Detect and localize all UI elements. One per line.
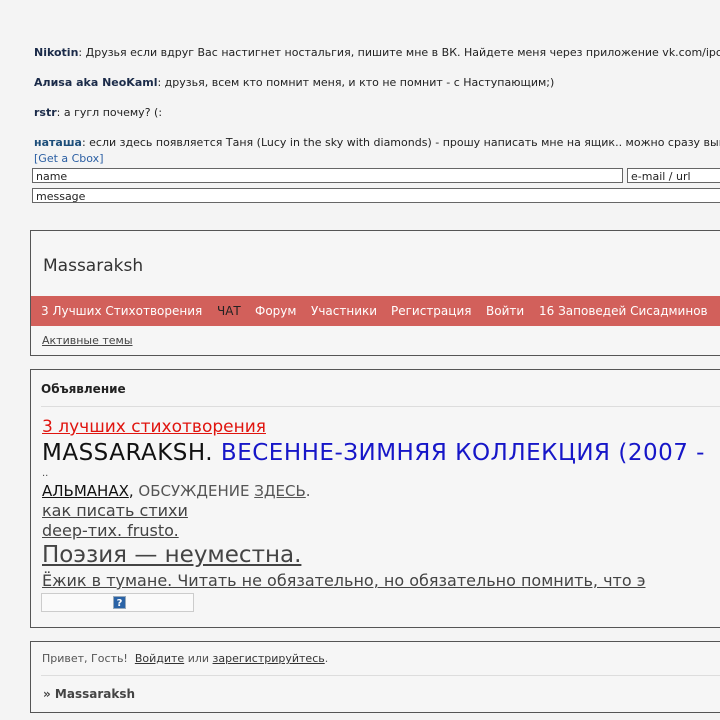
chat-message: наташа: если здесь появляется Таня (Lucy… (34, 136, 720, 149)
chat-author[interactable]: наташа (34, 136, 82, 149)
comma-text: , (128, 482, 139, 500)
collection-title: MASSARAKSH. ВЕСЕННЕ-ЗИМНЯЯ КОЛЛЕКЦИЯ (20… (42, 440, 705, 466)
chat-text: : Друзья если вдруг Вас настигнет ностал… (78, 46, 720, 59)
here-link[interactable]: ЗДЕСЬ (254, 482, 306, 500)
period-text: . (324, 652, 329, 665)
chat-text: : друзья, всем кто помнит меня, и кто не… (157, 76, 555, 89)
counter-widget[interactable]: ? (41, 593, 194, 612)
almanac-link[interactable]: АЛЬМАНАХ (42, 482, 129, 500)
breadcrumb[interactable]: » Massaraksh (43, 687, 135, 701)
name-input[interactable]: name (32, 168, 623, 183)
divider (41, 406, 720, 407)
greeting: Привет, Гость! (42, 652, 135, 665)
announcement-panel: Объявление 3 лучших стихотворения MASSAR… (30, 369, 720, 628)
question-icon[interactable]: ? (113, 596, 126, 609)
hedgehog-link[interactable]: Ёжик в тумане. Читать не обязательно, но… (42, 571, 646, 590)
divider (41, 675, 720, 676)
cbox-chat: Nikotin: Друзья если вдруг Вас настигнет… (0, 0, 720, 215)
nav-login[interactable]: Войти (486, 304, 524, 318)
site-title[interactable]: Massaraksh (43, 256, 143, 276)
collection-title-prefix: MASSARAKSH. (42, 440, 221, 466)
chat-author[interactable]: rstr (34, 106, 57, 119)
welcome-text: Привет, Гость! Войдите или зарегистрируй… (42, 652, 328, 665)
nav-register[interactable]: Регистрация (391, 304, 471, 318)
deep-tih-link[interactable]: deep-тих. frusto. (42, 521, 179, 540)
nav-best-poems[interactable]: 3 Лучших Стихотворения (41, 304, 202, 318)
welcome-panel: Привет, Гость! Войдите или зарегистрируй… (30, 641, 720, 713)
poetry-link[interactable]: Поэзия — неуместна. (42, 542, 301, 568)
nav-members[interactable]: Участники (311, 304, 377, 318)
how-to-write-link[interactable]: как писать стихи (42, 501, 188, 520)
chat-author[interactable]: Nikotin (34, 46, 78, 59)
chat-text: : если здесь появляется Таня (Lucy in th… (81, 136, 720, 149)
period-text: . (305, 482, 311, 500)
active-topics-link[interactable]: Активные темы (42, 334, 133, 347)
login-link[interactable]: Войдите (135, 652, 184, 665)
almanac-line: АЛЬМАНАХ, ОБСУЖДЕНИЕ ЗДЕСЬ. (42, 482, 311, 500)
chat-message: rstr: а гугл почему? (: (34, 106, 162, 119)
ellipsis-text: .. (42, 468, 49, 479)
chat-text: : а гугл почему? (: (56, 106, 163, 119)
forum-header: Massaraksh 3 Лучших Стихотворения ЧАТ Фо… (30, 230, 720, 356)
chat-author[interactable]: Алиsа aka NeoKaml (34, 76, 157, 89)
email-input[interactable]: e-mail / url (627, 168, 720, 183)
get-cbox-link[interactable]: [Get a Cbox] (34, 152, 104, 165)
discussion-text: ОБСУЖДЕНИЕ (138, 482, 255, 500)
message-input[interactable]: message (32, 188, 720, 203)
main-nav: 3 Лучших Стихотворения ЧАТ Форум Участни… (31, 296, 720, 326)
chat-message: Nikotin: Друзья если вдруг Вас настигнет… (34, 46, 720, 59)
register-link[interactable]: зарегистрируйтесь (213, 652, 325, 665)
nav-sysadmin-commandments[interactable]: 16 Заповедей Сисадминов (539, 304, 708, 318)
collection-link[interactable]: ВЕСЕННЕ-ЗИМНЯЯ КОЛЛЕКЦИЯ (2007 - (221, 440, 705, 466)
best-poems-link[interactable]: 3 лучших стихотворения (42, 417, 266, 437)
announcement-heading: Объявление (41, 382, 126, 396)
or-text: или (184, 652, 213, 665)
chat-message: Алиsа aka NeoKaml: друзья, всем кто помн… (34, 76, 554, 89)
nav-chat[interactable]: ЧАТ (217, 304, 241, 318)
nav-forum[interactable]: Форум (255, 304, 296, 318)
